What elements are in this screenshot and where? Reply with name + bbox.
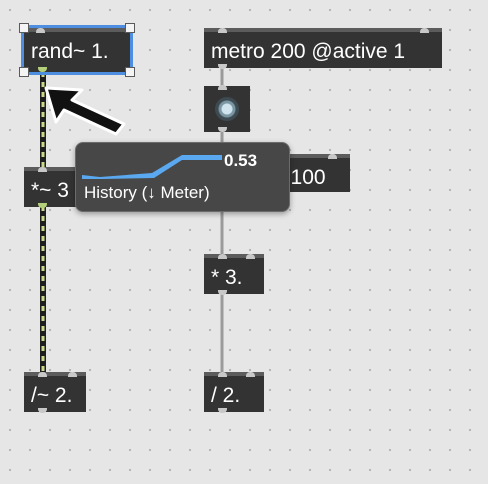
resize-handle-top-right[interactable]: [125, 23, 135, 33]
object-rand-sig[interactable]: rand~ 1.: [21, 25, 133, 75]
inlet[interactable]: [218, 85, 227, 90]
history-graph: [82, 155, 222, 179]
resize-handle-bottom-left[interactable]: [19, 67, 29, 77]
inlet[interactable]: [246, 254, 255, 259]
object-div-sig[interactable]: /~ 2.: [24, 372, 86, 413]
object-rand-sig-label: rand~ 1.: [31, 40, 109, 63]
resize-handle-top-left[interactable]: [19, 23, 29, 33]
outlet[interactable]: [38, 67, 47, 72]
object-div-sig-label: /~ 2.: [31, 384, 73, 407]
inlet[interactable]: [218, 28, 227, 33]
object-metro[interactable]: metro 200 @active 1: [204, 28, 442, 69]
patcher-canvas[interactable]: rand~ 1. metro 200 @active 1 *~ 3 n 100 …: [0, 0, 488, 484]
inlet[interactable]: [246, 372, 255, 377]
inlet[interactable]: [218, 372, 227, 377]
outlet[interactable]: [218, 127, 227, 132]
signal-probe-popup: 0.53 History (↓ Meter): [75, 142, 290, 212]
inlet[interactable]: [38, 372, 47, 377]
history-line: [82, 155, 222, 179]
toggle-icon: [215, 97, 239, 121]
inlet[interactable]: [36, 28, 45, 33]
probe-caption: History (↓ Meter): [84, 183, 210, 202]
object-mul[interactable]: * 3.: [204, 254, 264, 295]
object-div-label: / 2.: [211, 384, 241, 407]
object-mul-label: * 3.: [211, 266, 243, 289]
probe-value: 0.53: [224, 151, 258, 170]
inlet[interactable]: [328, 154, 337, 159]
object-div[interactable]: / 2.: [204, 372, 264, 413]
object-metro-label: metro 200 @active 1: [211, 40, 406, 63]
inlet[interactable]: [420, 28, 429, 33]
inlet[interactable]: [38, 167, 47, 172]
resize-handle-bottom-right[interactable]: [125, 67, 135, 77]
mouse-pointer-icon: [44, 86, 126, 136]
toggle[interactable]: [204, 85, 250, 132]
inlet[interactable]: [68, 372, 77, 377]
inlet[interactable]: [218, 254, 227, 259]
